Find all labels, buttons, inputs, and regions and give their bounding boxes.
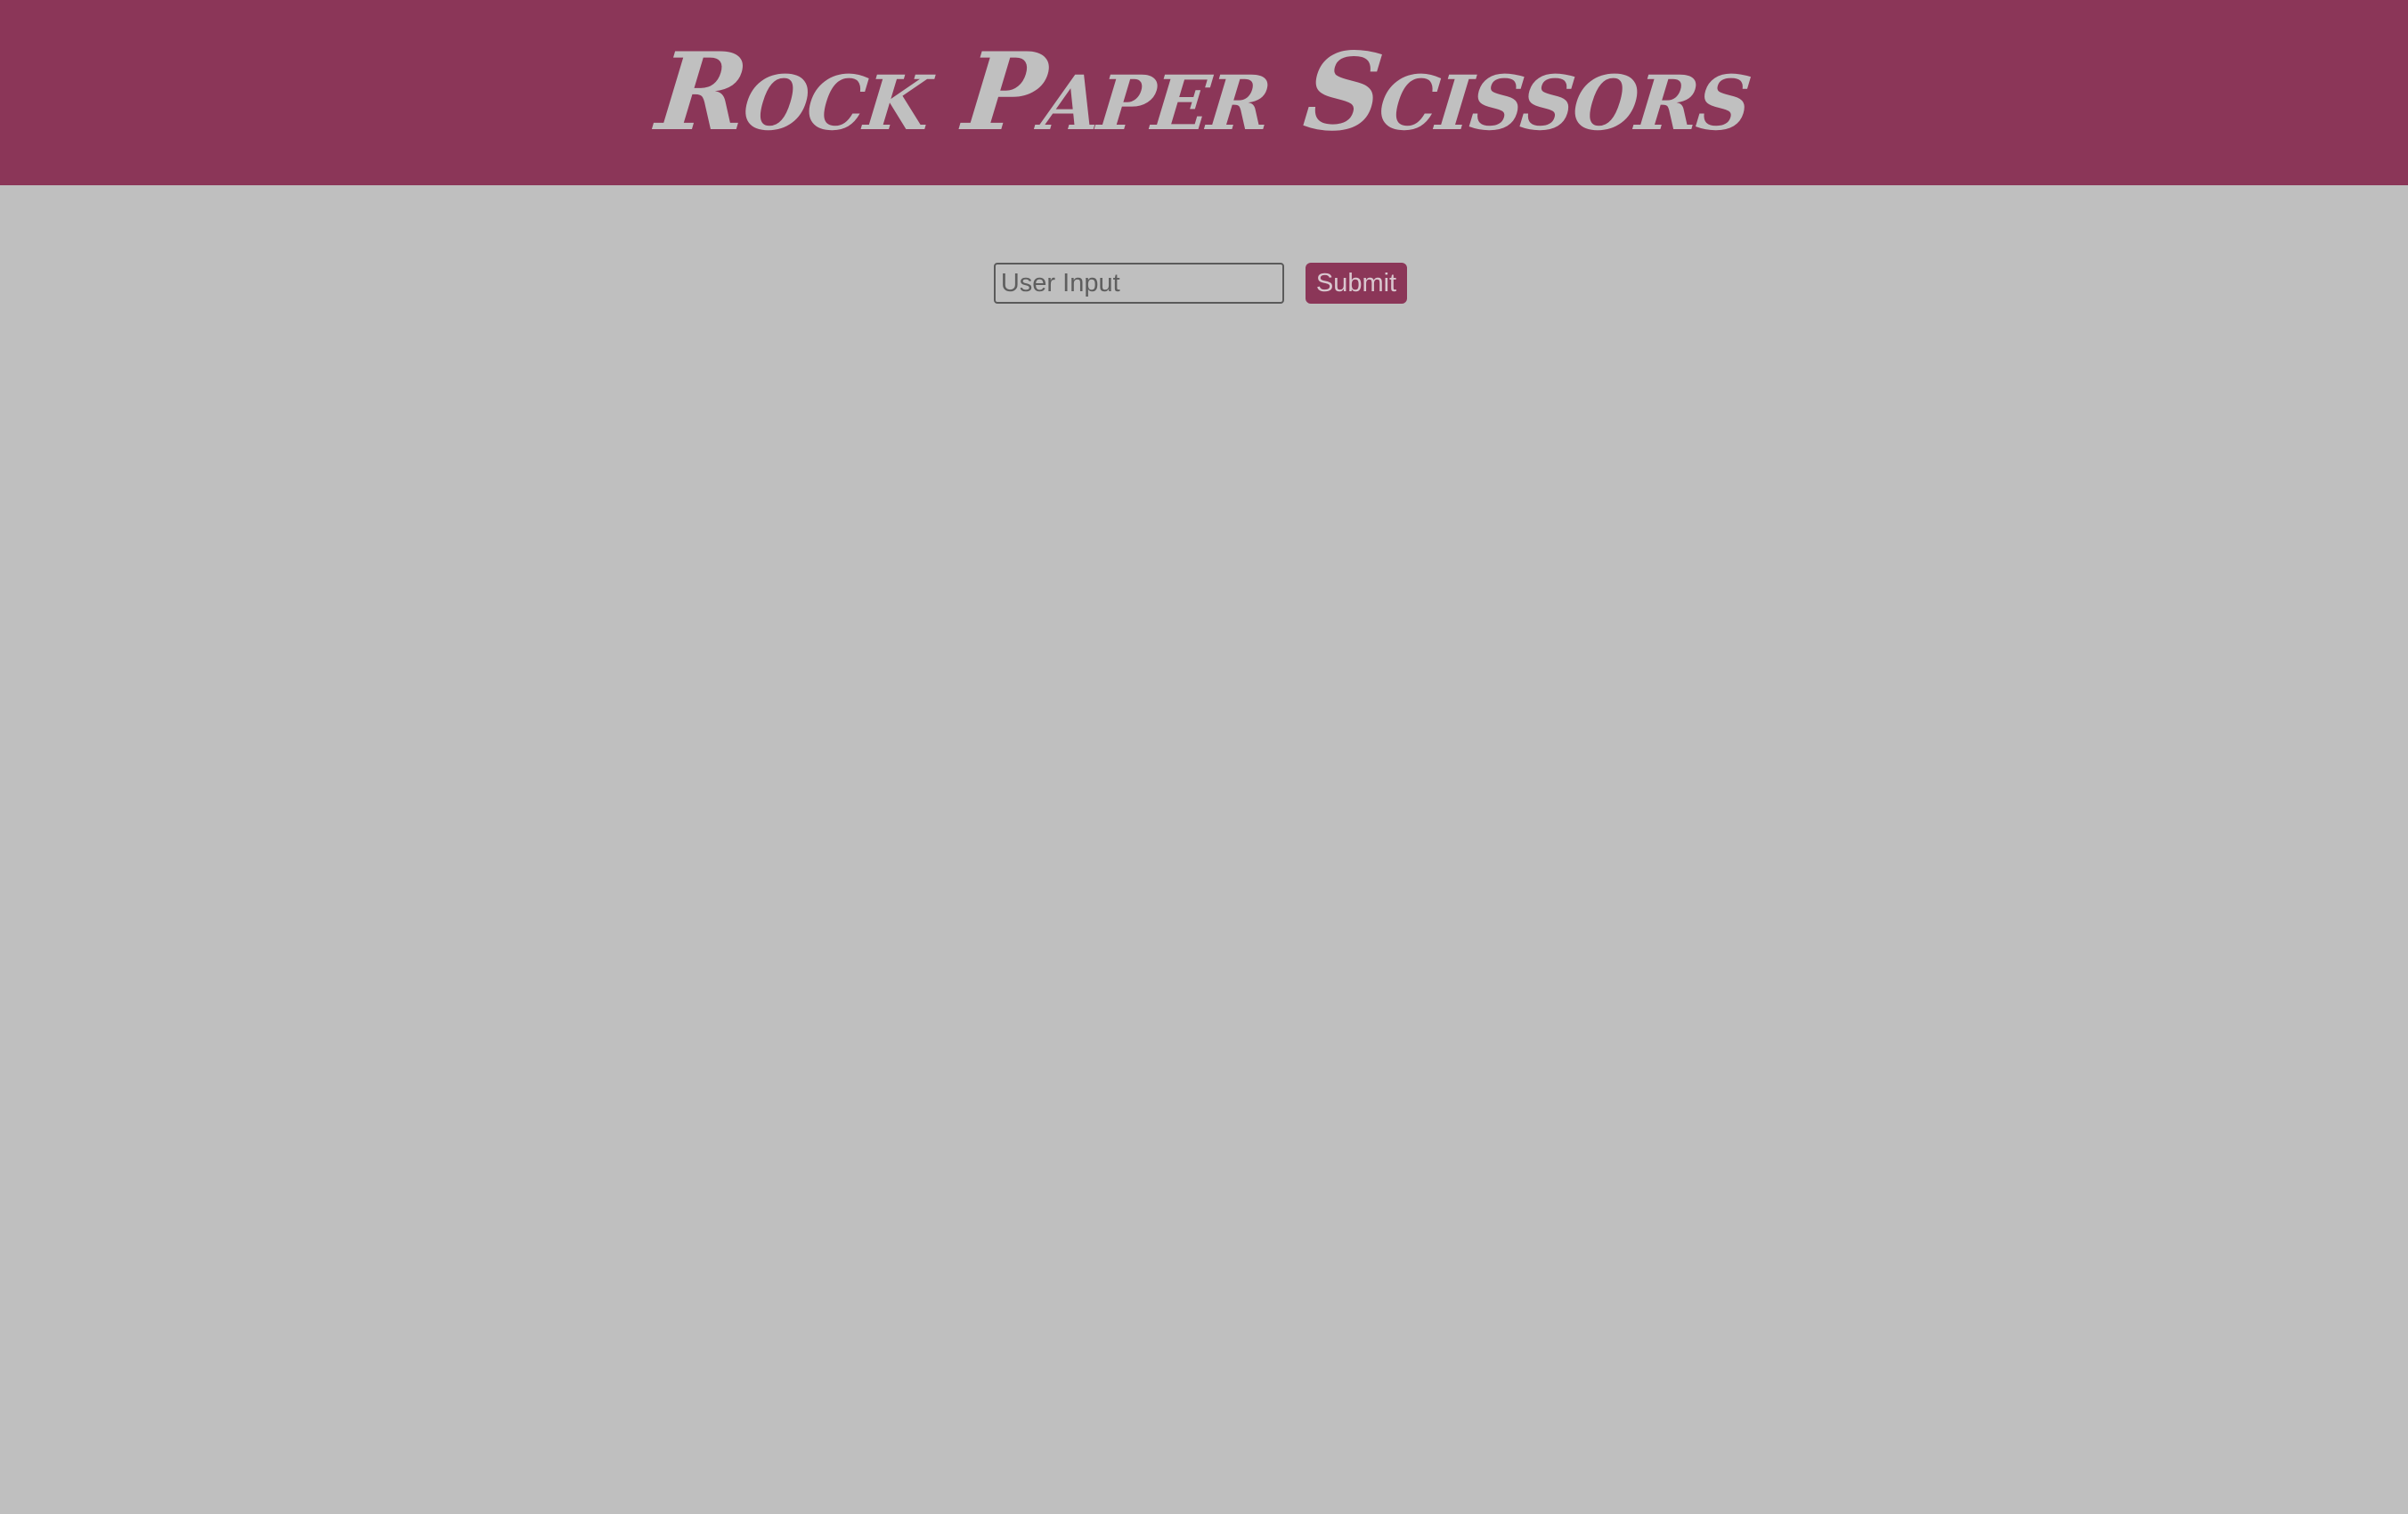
game-input-form: Submit bbox=[0, 263, 2408, 304]
header-bar: Rock Paper Scissors bbox=[0, 0, 2408, 185]
submit-button[interactable]: Submit bbox=[1305, 263, 1408, 304]
user-input-field[interactable] bbox=[993, 263, 1284, 304]
page: Rock Paper Scissors Submit bbox=[0, 0, 2408, 1514]
page-title: Rock Paper Scissors bbox=[651, 29, 1757, 155]
